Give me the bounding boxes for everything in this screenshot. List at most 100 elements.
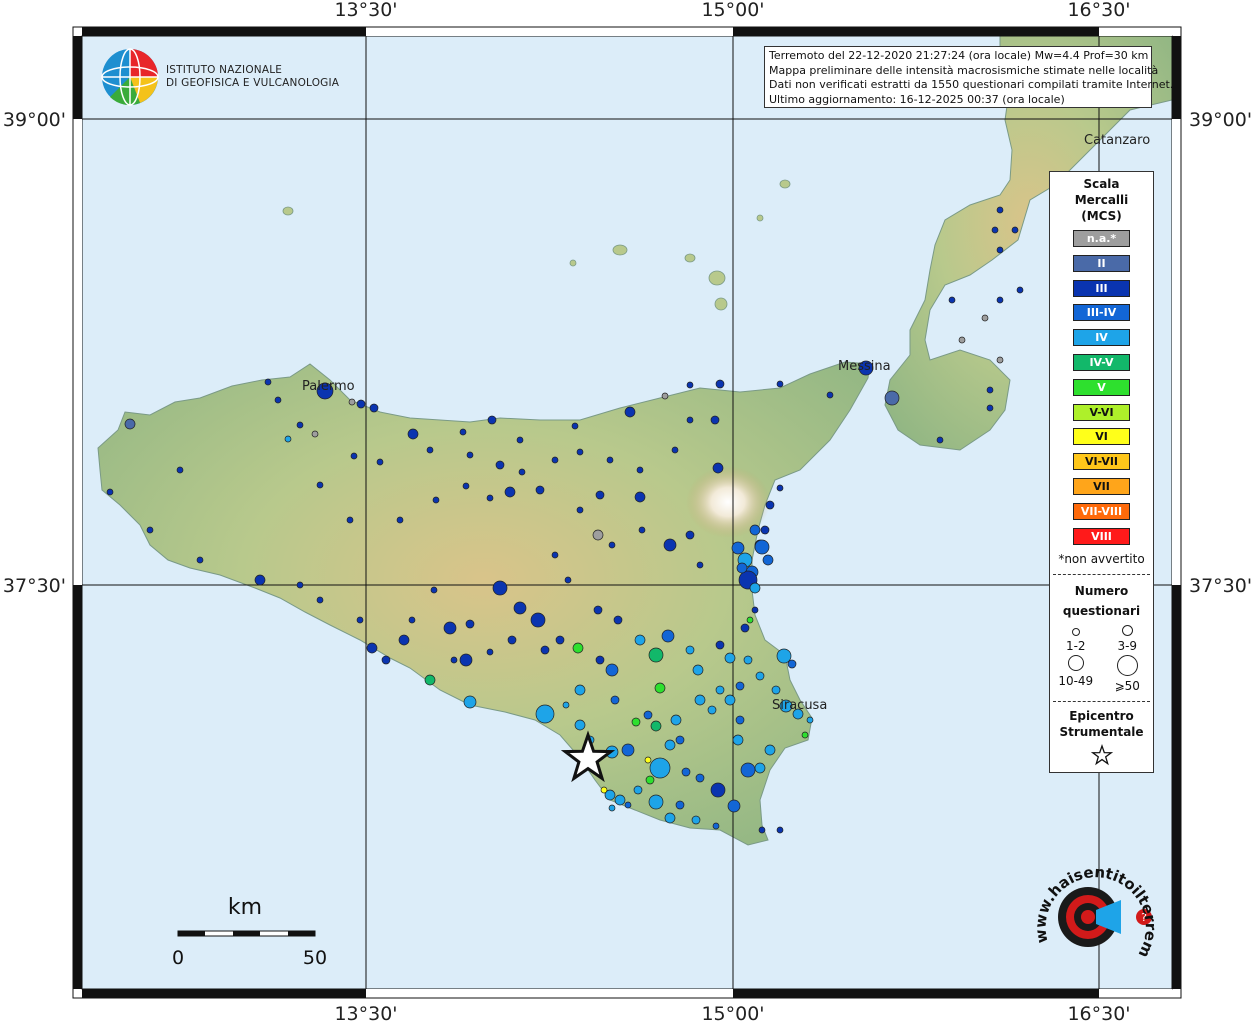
- city-label-siracusa: Siracusa: [772, 698, 827, 713]
- intensity-point: [671, 446, 679, 454]
- intensity-point: [760, 525, 770, 535]
- intensity-point: [430, 586, 438, 594]
- legend-swatch-v: V: [1073, 378, 1130, 396]
- intensity-point: [724, 652, 736, 664]
- intensity-point: [196, 556, 204, 564]
- intensity-point: [443, 621, 457, 635]
- legend-scale-title-1: Scala: [1083, 177, 1120, 191]
- intensity-point: [530, 612, 546, 628]
- legend-swatch-n-a-: n.a.*: [1073, 230, 1130, 247]
- legend-swatch-v-vi: V-VI: [1073, 403, 1130, 421]
- event-info-line4: Ultimo aggiornamento: 16-12-2025 00:37 (…: [769, 92, 1065, 106]
- intensity-point: [758, 826, 766, 834]
- intensity-point: [176, 466, 184, 474]
- intensity-point: [146, 526, 154, 534]
- intensity-point: [754, 762, 766, 774]
- intensity-point: [771, 685, 781, 695]
- intensity-point: [516, 436, 524, 444]
- intensity-point: [692, 664, 704, 676]
- legend-size-label-2: 3-9: [1117, 639, 1138, 654]
- intensity-point: [610, 695, 620, 705]
- legend-epicenter-title-1: Epicentro: [1069, 709, 1134, 724]
- ingv-globe-icon: [101, 48, 159, 106]
- intensity-point: [486, 648, 494, 656]
- intensity-point: [686, 416, 694, 424]
- intensity-point: [459, 653, 473, 667]
- legend-swatch-iv-v: IV-V: [1073, 353, 1130, 371]
- lon-label-top-2: 15°00': [701, 0, 764, 21]
- intensity-point: [691, 815, 701, 825]
- intensity-point: [694, 694, 706, 706]
- intensity-point: [296, 581, 304, 589]
- intensity-point: [648, 647, 664, 663]
- intensity-point: [638, 526, 646, 534]
- intensity-point: [551, 551, 559, 559]
- legend-swatch-vi-vii: VI-VII: [1073, 453, 1130, 471]
- intensity-point: [432, 496, 440, 504]
- intensity-point: [595, 655, 605, 665]
- legend-swatch-vi: VI: [1073, 428, 1130, 446]
- legend-swatch-viii: VIII: [1073, 527, 1130, 545]
- intensity-point: [986, 386, 994, 394]
- legend-size-2: 3-9: [1102, 625, 1154, 653]
- intensity-point: [996, 296, 1004, 304]
- intensity-point: [751, 606, 759, 614]
- intensity-point: [264, 378, 272, 386]
- legend-scale-title-2: Mercalli: [1074, 193, 1129, 207]
- intensity-point: [636, 466, 644, 474]
- intensity-point: [746, 616, 754, 624]
- intensity-point: [648, 794, 664, 810]
- legend-size-label-4: ⩾50: [1114, 679, 1140, 694]
- intensity-point: [465, 619, 475, 629]
- intensity-point: [634, 634, 646, 646]
- intensity-point: [486, 494, 494, 502]
- event-info-line2: Mappa preliminare delle intensità macros…: [769, 63, 1159, 77]
- event-info-line3: Dati non verificati estratti da 1550 que…: [769, 78, 1174, 91]
- legend-separator-2: [1053, 701, 1150, 703]
- intensity-point: [254, 574, 266, 586]
- event-info-box: Terremoto del 22-12-2020 21:27:24 (ora l…: [764, 46, 1174, 108]
- intensity-point: [576, 448, 584, 456]
- legend-size-3: 10-49: [1050, 655, 1102, 693]
- intensity-point: [495, 460, 505, 470]
- ingv-name-line2: DI GEOFISICA E VULCANOLOGIA: [166, 77, 340, 89]
- intensity-point: [663, 538, 677, 552]
- intensity-point: [535, 704, 555, 724]
- intensity-point: [996, 356, 1004, 364]
- legend-scale-title-3: (MCS): [1081, 209, 1122, 223]
- legend-swatch-iv: IV: [1073, 329, 1130, 347]
- intensity-point: [595, 490, 605, 500]
- intensity-point: [958, 336, 966, 344]
- intensity-point: [715, 685, 725, 695]
- lon-label-top-3: 16°30': [1067, 0, 1130, 21]
- intensity-point: [356, 616, 364, 624]
- intensity-point: [1011, 226, 1019, 234]
- intensity-point: [124, 418, 136, 430]
- legend-size-4: ⩾50: [1102, 655, 1154, 693]
- intensity-point: [459, 428, 467, 436]
- legend-swatch-iii: III: [1073, 279, 1130, 297]
- intensity-point: [396, 516, 404, 524]
- intensity-point: [316, 481, 324, 489]
- lon-label-bottom-3: 16°30': [1067, 1003, 1130, 1024]
- intensity-point: [710, 415, 720, 425]
- intensity-point: [366, 642, 378, 654]
- intensity-point: [634, 491, 646, 503]
- legend-separator: [1053, 574, 1150, 576]
- intensity-point: [513, 601, 527, 615]
- intensity-point: [654, 682, 666, 694]
- intensity-point: [606, 456, 614, 464]
- intensity-point: [463, 695, 477, 709]
- intensity-point: [661, 629, 675, 643]
- intensity-point: [764, 744, 776, 756]
- legend-size-label-3: 10-49: [1058, 674, 1094, 689]
- intensity-point: [381, 655, 391, 665]
- intensity-point: [507, 635, 517, 645]
- lon-label-top-1: 13°30': [334, 0, 397, 21]
- legend-size-label-1: 1-2: [1065, 639, 1086, 654]
- scale-unit: km: [228, 895, 262, 920]
- intensity-point: [765, 500, 775, 510]
- intensity-point: [681, 767, 691, 777]
- intensity-point: [675, 735, 685, 745]
- intensity-point: [749, 524, 761, 536]
